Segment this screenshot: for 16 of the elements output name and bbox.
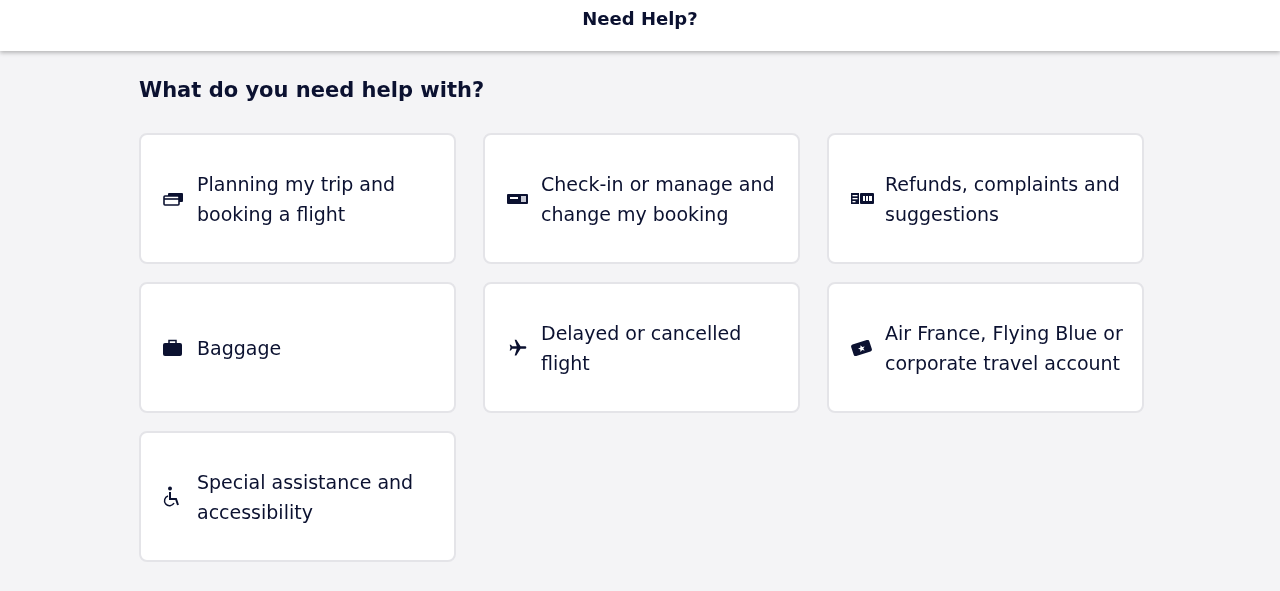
ticket-icon [851, 193, 874, 204]
section-heading: What do you need help with? [139, 77, 486, 104]
ticket-icon [507, 193, 528, 204]
topic-card[interactable]: Air France, Flying Blue or corporate travel account [827, 282, 1144, 413]
topic-card[interactable]: Check-in or manage and change my booking [483, 133, 800, 264]
topic-card[interactable]: Refunds, complaints and suggestions [827, 133, 1144, 264]
topic-card[interactable]: Baggage [139, 282, 456, 413]
airplane-icon [507, 337, 529, 358]
topic-card[interactable]: Special assistance and accessibility [139, 431, 456, 562]
card-icon [851, 339, 872, 356]
cards-icon [163, 191, 184, 206]
topic-card[interactable]: Delayed or cancelled flight [483, 282, 800, 413]
topic-card[interactable]: Planning my trip and booking a flight [139, 133, 456, 264]
page-title: Need Help? [582, 8, 698, 31]
wheelchair-icon [163, 485, 181, 508]
suitcase-icon [163, 339, 182, 356]
